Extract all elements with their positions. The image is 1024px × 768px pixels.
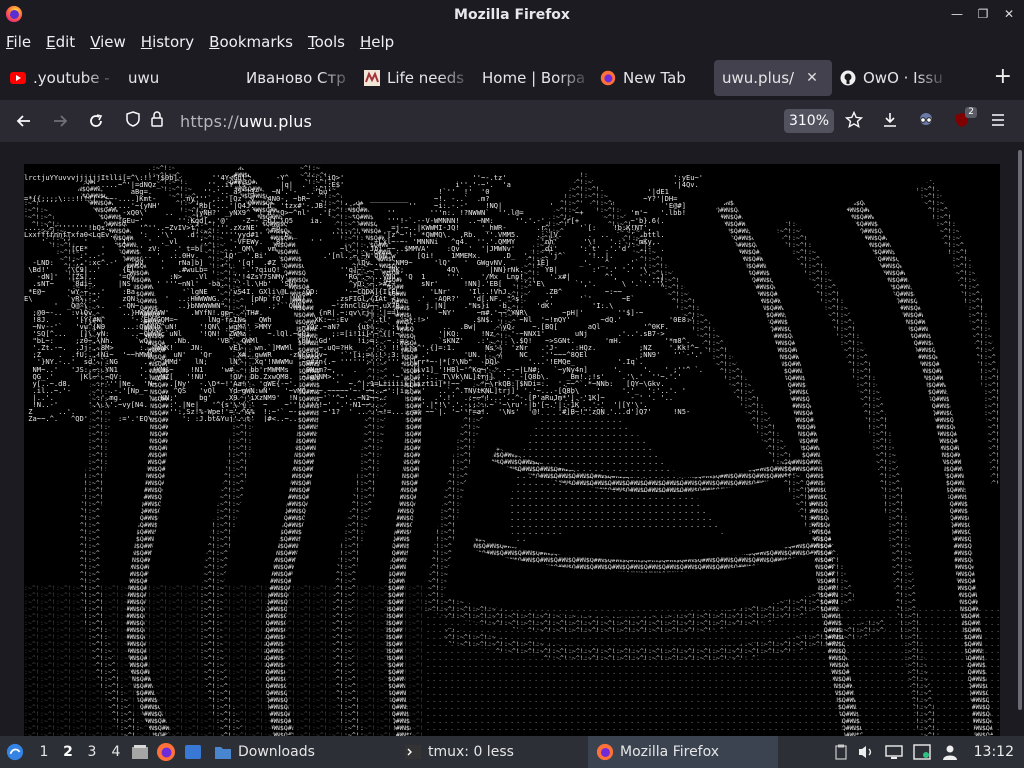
hamburger-menu-icon: [992, 114, 1004, 126]
workspace-3[interactable]: 3: [80, 736, 104, 768]
tab-uwu[interactable]: uwu: [120, 60, 238, 96]
app-launcher-button[interactable]: [0, 736, 30, 768]
ascii-text-block: lrctjuYYuvvvjjjjjjItlli[=^\:!!'!$0b]- ''…: [24, 174, 704, 423]
lock-icon[interactable]: [148, 110, 172, 132]
close-tab-icon[interactable]: ✕: [806, 70, 818, 86]
web-page[interactable]: . N$Q#W :~^!l: [24, 164, 1000, 736]
firefox-logo-icon: [5, 5, 23, 23]
tab-life-needs[interactable]: Life needs: [356, 60, 474, 96]
tab-borpa[interactable]: Home | Borpa: [474, 60, 592, 96]
task-label: Mozilla Firefox: [620, 744, 720, 760]
ublock-extension-button[interactable]: 2: [944, 104, 980, 136]
download-icon: [884, 113, 896, 127]
menu-help[interactable]: Help: [360, 33, 394, 51]
app-menu-button[interactable]: [980, 104, 1016, 136]
content-area: . N$Q#W :~^!l: [0, 142, 1024, 736]
tab-uwu-plus[interactable]: uwu.plus/ ✕: [714, 60, 832, 96]
window-icon: [185, 745, 201, 759]
tab-label: uwu.plus/: [722, 69, 795, 87]
reload-button[interactable]: [78, 105, 114, 137]
tab-label: uwu: [128, 69, 160, 87]
url-bar[interactable]: https://uwu.plus: [118, 105, 874, 137]
arrow-left-icon: [16, 115, 30, 127]
menu-bookmarks[interactable]: Bookmarks: [209, 33, 293, 51]
volume-icon[interactable]: [852, 736, 880, 768]
extension-badge: 2: [965, 107, 977, 118]
tab-label: Life needs: [387, 69, 465, 87]
extension-glasses-icon: [920, 113, 932, 125]
url-host: uwu.plus: [238, 111, 313, 131]
zoom-level-button[interactable]: 310%: [784, 109, 834, 133]
menu-bar: File Edit View History Bookmarks Tools Help: [0, 30, 1024, 54]
task-tmux[interactable]: tmux: 0 less: [396, 736, 588, 768]
workspace-2[interactable]: 2: [56, 736, 80, 768]
window-manager-launcher[interactable]: [180, 736, 206, 768]
menu-tools[interactable]: Tools: [308, 33, 345, 51]
display-icon[interactable]: [880, 736, 908, 768]
new-tab-button[interactable]: +: [994, 66, 1012, 88]
tab-label: OwO · Issu: [863, 69, 943, 87]
back-button[interactable]: [6, 105, 42, 137]
reload-icon: [90, 114, 103, 127]
tab-ivanovo[interactable]: Иваново Стр: [238, 60, 356, 96]
firefox-launcher[interactable]: [152, 736, 180, 768]
tab-label: Иваново Стр: [246, 69, 346, 87]
system-tray: 13:12: [830, 736, 1024, 768]
page-scrollbar[interactable]: [1018, 150, 1022, 710]
github-icon: [840, 70, 856, 86]
window-titlebar: Mozilla Firefox — ❐ ✕: [0, 0, 1024, 30]
firefox-icon: [600, 70, 616, 86]
url-text: https://uwu.plus: [180, 112, 312, 131]
window-title: Mozilla Firefox: [454, 7, 570, 23]
site-favicon: [364, 70, 380, 86]
tab-github[interactable]: OwO · Issu: [832, 60, 950, 96]
firefox-icon: [596, 743, 614, 761]
terminal-icon: [404, 743, 422, 761]
task-label: Downloads: [238, 744, 315, 760]
tab-new-tab[interactable]: New Tab: [592, 60, 710, 96]
menu-view[interactable]: View: [90, 33, 126, 51]
file-manager-icon: [132, 745, 148, 759]
task-downloads[interactable]: Downloads: [206, 736, 396, 768]
launcher-icon: [6, 743, 24, 761]
user-icon[interactable]: [936, 736, 964, 768]
menu-edit[interactable]: Edit: [46, 33, 75, 51]
forward-button[interactable]: [42, 105, 78, 137]
arrow-right-icon: [54, 115, 68, 127]
task-firefox[interactable]: Mozilla Firefox: [588, 736, 778, 768]
minimize-icon[interactable]: —: [950, 6, 964, 22]
tab-label: .youtube -: [33, 69, 110, 87]
tracking-protection-shield-icon[interactable]: [124, 110, 148, 132]
extension-button[interactable]: [908, 104, 944, 136]
maximize-icon[interactable]: ❐: [976, 6, 990, 22]
tab-label: Home | Borpa: [482, 69, 586, 87]
clipboard-icon[interactable]: [830, 736, 852, 768]
menu-history[interactable]: History: [141, 33, 194, 51]
tab-youtube[interactable]: .youtube -: [2, 60, 120, 96]
window-controls: — ❐ ✕: [950, 6, 1016, 22]
network-icon[interactable]: [908, 736, 936, 768]
tab-label: New Tab: [623, 69, 686, 87]
firefox-icon: [157, 743, 175, 761]
clock: 13:12: [973, 744, 1014, 760]
folder-icon: [214, 743, 232, 761]
url-scheme: https://: [180, 111, 239, 131]
tab-strip: .youtube - uwu Иваново Стр Life needs Ho…: [0, 56, 1024, 100]
task-label: tmux: 0 less: [428, 744, 514, 760]
workspace-1[interactable]: 1: [32, 736, 56, 768]
downloads-button[interactable]: [872, 104, 908, 136]
menu-file[interactable]: File: [6, 33, 31, 51]
youtube-icon: [10, 70, 26, 86]
close-window-icon[interactable]: ✕: [1002, 6, 1016, 22]
workspace-4[interactable]: 4: [104, 736, 128, 768]
file-manager-launcher[interactable]: [128, 736, 152, 768]
